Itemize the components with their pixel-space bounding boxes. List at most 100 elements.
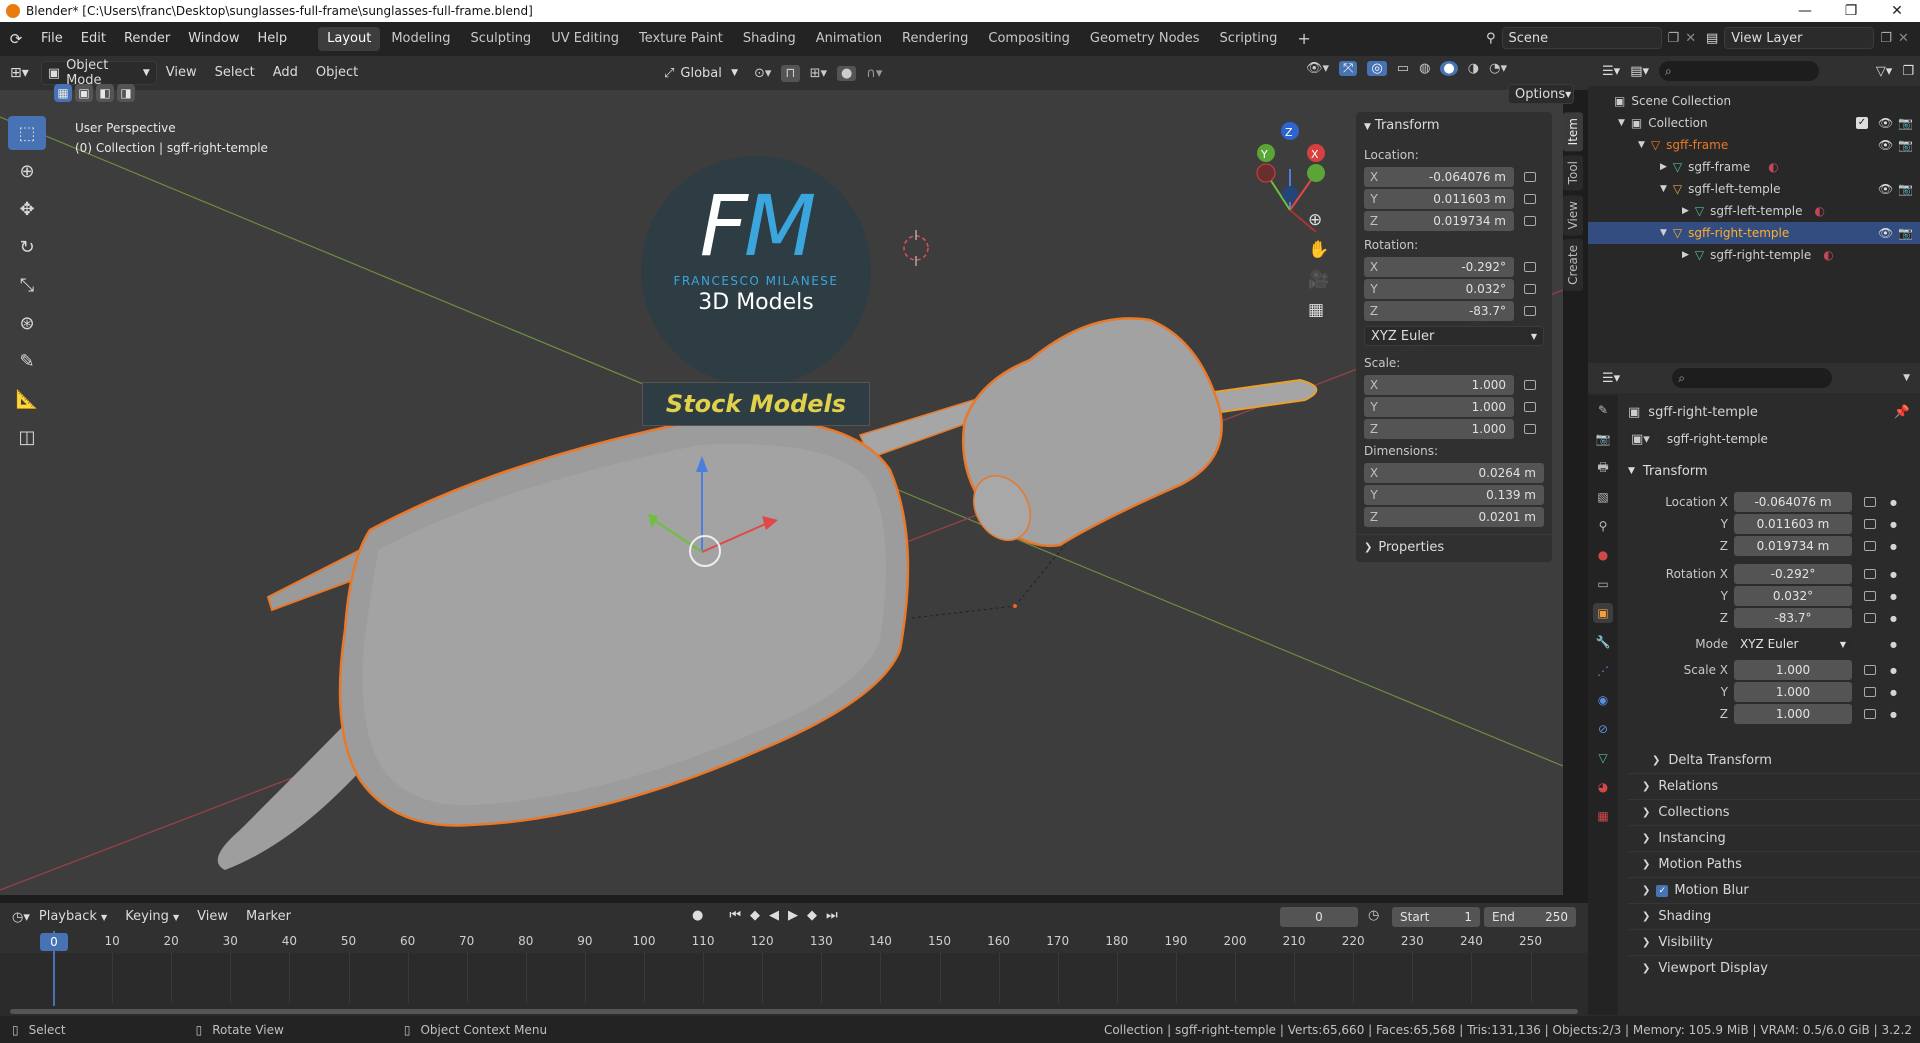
outliner-row-sgff-frame-mesh[interactable]: ▶ ▽ sgff-frame ◐	[1588, 156, 1920, 178]
transform-tool[interactable]: ⊛	[8, 306, 46, 340]
maximize-button[interactable]: ❐	[1828, 0, 1874, 22]
camera-icon[interactable]: 📷	[1898, 138, 1913, 152]
next-keyframe-icon[interactable]: ◆	[807, 908, 817, 923]
tab-texture-paint[interactable]: Texture Paint	[630, 27, 732, 51]
timeline-menu-keying[interactable]: Keying ▼	[116, 900, 188, 935]
chevron-down-icon[interactable]: ▼	[1903, 373, 1910, 383]
rotation-mode-dropdown[interactable]: XYZ Euler ▼	[1364, 326, 1544, 346]
view-layer-icon[interactable]: ▤	[1706, 31, 1718, 46]
overlay-toggle-icon[interactable]: ◎	[1367, 61, 1387, 76]
scale-z-field[interactable]: Z 1.000	[1364, 419, 1514, 439]
keyframe-dot-icon[interactable]: ●	[1890, 614, 1897, 623]
menu-render[interactable]: Render	[115, 22, 179, 56]
texture-tab-icon[interactable]: ▦	[1593, 806, 1613, 826]
tab-layout[interactable]: Layout	[318, 27, 381, 51]
add-cube-tool[interactable]: ◫	[8, 420, 46, 454]
lock-icon[interactable]	[1524, 306, 1536, 316]
xray-icon[interactable]: ▭	[1397, 61, 1409, 76]
dimension-z-field[interactable]: Z 0.0201 m	[1364, 507, 1544, 527]
transform-panel-header[interactable]: ▼ Transform	[1364, 118, 1440, 133]
section-collections[interactable]: ❯ Collections	[1628, 799, 1920, 825]
record-icon[interactable]: ●	[692, 908, 703, 923]
eye-icon[interactable]: 👁	[1878, 138, 1893, 152]
world-tab-icon[interactable]: ●	[1593, 545, 1613, 565]
section-delta-transform[interactable]: ❯ Delta Transform	[1628, 747, 1920, 773]
snap-icon[interactable]: ⊓	[781, 64, 800, 82]
material-shading-icon[interactable]: ◑	[1468, 61, 1479, 76]
tab-uv-editing[interactable]: UV Editing	[542, 27, 628, 51]
transform-section-header[interactable]: ▼ Transform	[1628, 458, 1920, 484]
pan-hand-icon[interactable]: ✋	[1308, 240, 1329, 260]
eye-icon[interactable]: 👁	[1878, 182, 1893, 196]
prop-rotation-x-field[interactable]: -0.292°	[1734, 564, 1852, 584]
options-dropdown[interactable]: Options ▼	[1508, 84, 1574, 104]
outliner-row-sgff-frame[interactable]: ▼ ▽ sgff-frame 👁 📷	[1588, 134, 1920, 156]
solid-shading-icon[interactable]: ●	[1440, 61, 1458, 76]
viewport-menu-add[interactable]: Add	[264, 56, 307, 90]
cursor-tool[interactable]: ⊕	[8, 154, 46, 188]
3d-viewport[interactable]: Z Y X User Perspective (0) Collection | …	[0, 90, 1563, 895]
lock-icon[interactable]	[1864, 665, 1876, 675]
rotation-z-field[interactable]: Z -83.7°	[1364, 301, 1514, 321]
material-tab-icon[interactable]: ◕	[1593, 777, 1613, 797]
gizmo-toggle-icon[interactable]: ⤧	[1339, 61, 1358, 76]
outliner-row-sgff-right-temple-mesh[interactable]: ▶ ▽ sgff-right-temple ◐	[1588, 244, 1920, 266]
outliner-editor-icon[interactable]: ☰▾	[1602, 64, 1620, 79]
view-layer-tab-icon[interactable]: ▧	[1593, 487, 1613, 507]
menu-help[interactable]: Help	[249, 22, 297, 56]
object-name-field[interactable]: sgff-right-temple	[1658, 429, 1910, 449]
dimension-y-field[interactable]: Y 0.139 m	[1364, 485, 1544, 505]
lock-icon[interactable]	[1864, 709, 1876, 719]
remove-view-layer-icon[interactable]: ✕	[1898, 31, 1909, 46]
lock-icon[interactable]	[1524, 262, 1536, 272]
tool-settings-tab-icon[interactable]: ✎	[1593, 400, 1613, 420]
mesh-data-tab-icon[interactable]: ▽	[1593, 748, 1613, 768]
lock-icon[interactable]	[1524, 284, 1536, 294]
new-scene-icon[interactable]: ❐	[1668, 31, 1680, 46]
timeline-menu-marker[interactable]: Marker	[237, 900, 300, 934]
blender-menu-icon[interactable]: ⟳	[0, 30, 32, 48]
eye-icon[interactable]: 👁	[1878, 226, 1893, 240]
tab-sculpting[interactable]: Sculpting	[461, 27, 540, 51]
filter-icon[interactable]: ▽▾	[1876, 64, 1893, 79]
play-reverse-icon[interactable]: ◀	[769, 908, 779, 923]
lock-icon[interactable]	[1864, 519, 1876, 529]
prop-scale-y-field[interactable]: 1.000	[1734, 682, 1852, 702]
lock-icon[interactable]	[1524, 194, 1536, 204]
lock-icon[interactable]	[1524, 380, 1536, 390]
move-tool[interactable]: ✥	[8, 192, 46, 226]
prop-location-y-field[interactable]: 0.011603 m	[1734, 514, 1852, 534]
editor-type-icon[interactable]: ⊞▾	[10, 65, 29, 81]
scale-y-field[interactable]: Y 1.000	[1364, 397, 1514, 417]
timeline-editor-icon[interactable]: ◷▾	[12, 910, 30, 925]
section-viewport-display[interactable]: ❯ Viewport Display	[1628, 955, 1920, 981]
outliner-row-sgff-left-temple[interactable]: ▼ ▽ sgff-left-temple 👁 📷	[1588, 178, 1920, 200]
scene-icon[interactable]: ⚲	[1486, 31, 1496, 46]
section-instancing[interactable]: ❯ Instancing	[1628, 825, 1920, 851]
outliner-row-scene-collection[interactable]: ▣ Scene Collection	[1588, 90, 1920, 112]
rotation-x-field[interactable]: X -0.292°	[1364, 257, 1514, 277]
lock-icon[interactable]	[1524, 216, 1536, 226]
mode-dropdown[interactable]: ▣ Object Mode ▼	[40, 58, 157, 88]
falloff-icon[interactable]: ∩▾	[866, 66, 882, 81]
keyframe-dot-icon[interactable]: ●	[1890, 640, 1897, 649]
camera-view-icon[interactable]: 🎥	[1308, 270, 1329, 290]
select-subtract-icon[interactable]: ◧	[96, 84, 114, 102]
preview-range-icon[interactable]: ◷	[1368, 908, 1379, 923]
proportional-edit-icon[interactable]: ●	[837, 65, 857, 81]
motion-blur-checkbox[interactable]: ✓	[1656, 884, 1669, 897]
measure-tool[interactable]: 📐	[8, 382, 46, 416]
jump-end-icon[interactable]: ⏭	[826, 908, 838, 923]
display-mode-icon[interactable]: ▤▾	[1630, 64, 1649, 79]
menu-window[interactable]: Window	[179, 22, 248, 56]
location-z-field[interactable]: Z 0.019734 m	[1364, 211, 1514, 231]
prop-rotation-y-field[interactable]: 0.032°	[1734, 586, 1852, 606]
select-invert-icon[interactable]: ◨	[117, 84, 135, 102]
add-workspace-button[interactable]: +	[1288, 27, 1319, 51]
viewport-menu-select[interactable]: Select	[206, 56, 264, 90]
tab-shading[interactable]: Shading	[734, 27, 805, 51]
outliner-row-collection[interactable]: ▼ ▣ Collection ✓ 👁 📷	[1588, 112, 1920, 134]
keyframe-dot-icon[interactable]: ●	[1890, 542, 1897, 551]
keyframe-dot-icon[interactable]: ●	[1890, 520, 1897, 529]
lock-icon[interactable]	[1524, 424, 1536, 434]
